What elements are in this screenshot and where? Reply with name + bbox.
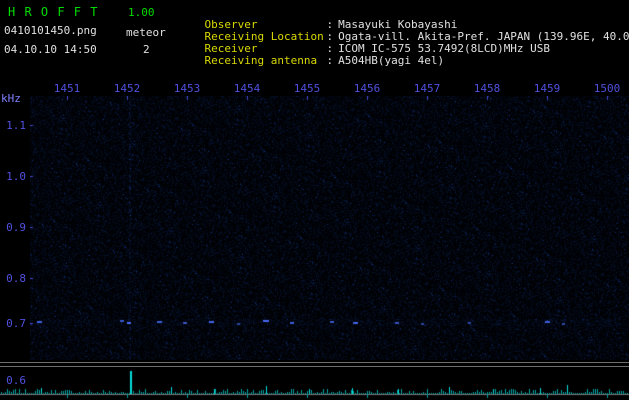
- info-colon: :: [326, 54, 334, 67]
- time-axis-label: 1457: [413, 82, 441, 95]
- app-version: 1.00: [128, 6, 155, 19]
- info-row-antenna: Receiving antenna: A504HB(yagi 4el): [178, 43, 445, 79]
- time-axis-label: 1456: [353, 82, 381, 95]
- time-axis-label: 1458: [473, 82, 501, 95]
- timestamp: 04.10.10 14:50: [4, 43, 97, 56]
- count-value: 2: [143, 43, 150, 56]
- freq-unit-label: kHz: [1, 92, 21, 105]
- time-axis-label: 1452: [113, 82, 141, 95]
- time-axis-label: 1451: [53, 82, 81, 95]
- time-axis-label: 1453: [173, 82, 201, 95]
- hrofft-window: H R O F F T 1.00 0410101450.png meteor 0…: [0, 0, 629, 400]
- time-axis-label: 1459: [533, 82, 561, 95]
- freq-axis-label: 1.0: [6, 170, 26, 183]
- spectrogram-canvas: [30, 96, 629, 360]
- separator-line: [0, 366, 629, 367]
- mode-label: meteor: [126, 26, 166, 39]
- app-title: H R O F F T: [8, 5, 99, 19]
- separator-line: [0, 362, 629, 363]
- signal-level-canvas: [0, 368, 629, 400]
- time-axis-label: 1500: [593, 82, 621, 95]
- info-value: A504HB(yagi 4el): [338, 54, 445, 67]
- time-axis-label: 1454: [233, 82, 261, 95]
- freq-axis-label: 0.9: [6, 221, 26, 234]
- info-label: Receiving antenna: [204, 54, 318, 67]
- freq-axis-label: 0.7: [6, 317, 26, 330]
- freq-axis-label: 0.6: [6, 374, 26, 387]
- freq-axis-label: 1.1: [6, 119, 26, 132]
- time-axis-label: 1455: [293, 82, 321, 95]
- freq-axis-label: 0.8: [6, 272, 26, 285]
- output-filename: 0410101450.png: [4, 24, 97, 37]
